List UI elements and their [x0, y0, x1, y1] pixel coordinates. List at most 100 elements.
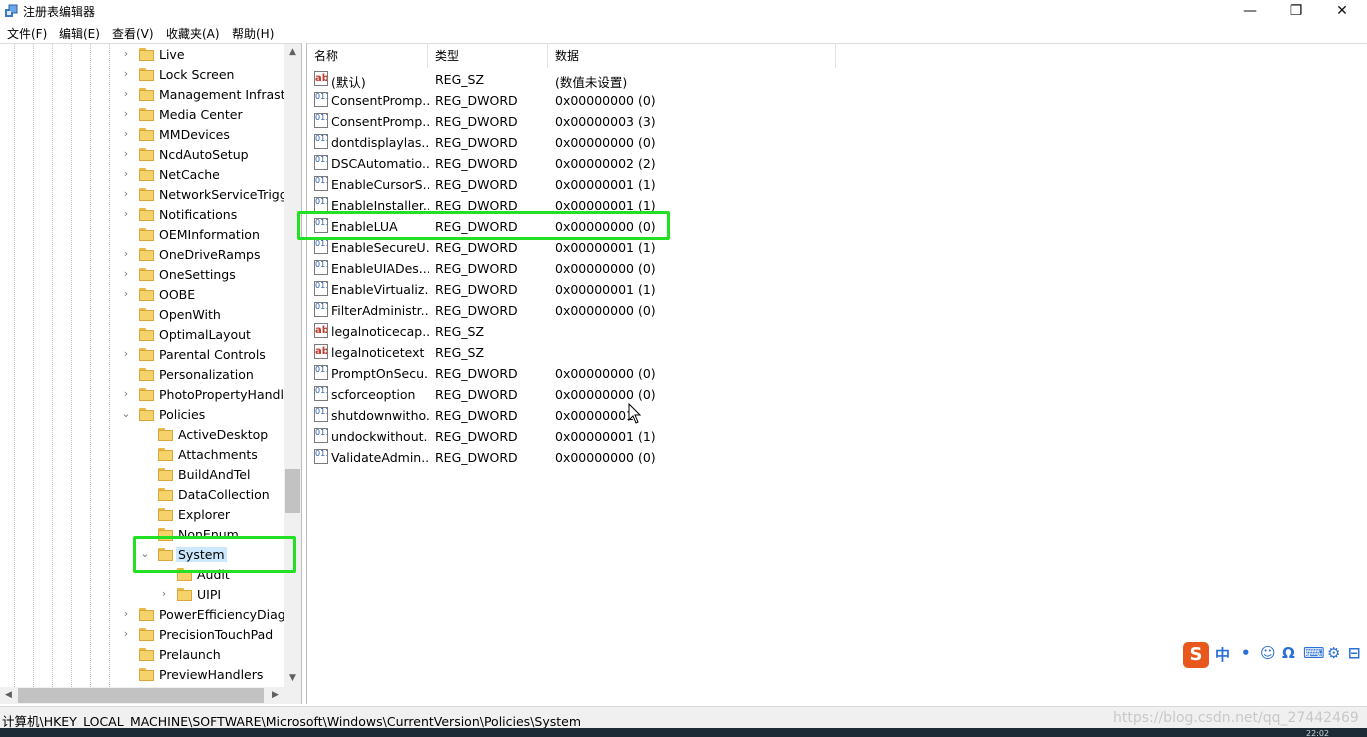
ime-punctuation-icon[interactable]: • — [1241, 644, 1251, 662]
tree-item[interactable]: › MMDevices — [0, 125, 284, 145]
sogou-logo-icon[interactable]: S — [1183, 642, 1209, 668]
value-row[interactable]: 011ConsentPromp... REG_DWORD 0x00000003 (3… — [307, 111, 1007, 132]
expand-arrow-icon[interactable]: › — [120, 347, 132, 361]
tree-item[interactable]: DataCollection — [0, 485, 284, 505]
tree-item[interactable]: › OOBE — [0, 285, 284, 305]
value-row[interactable]: 011EnableVirtualiz... REG_DWORD 0x00000001… — [307, 279, 1007, 300]
tree-item[interactable]: OpenWith — [0, 305, 284, 325]
tree-item[interactable]: OptimalLayout — [0, 325, 284, 345]
ime-settings-icon[interactable]: ⚙ — [1327, 644, 1340, 662]
scroll-left-icon[interactable]: ◀ — [0, 687, 17, 704]
menu-view[interactable]: 查看(V) — [112, 25, 154, 42]
minimize-button[interactable]: — — [1227, 0, 1273, 22]
value-row[interactable]: 011scforceoption REG_DWORD 0x00000000 (0) — [307, 384, 1007, 405]
scroll-thumb-horizontal[interactable] — [18, 688, 264, 703]
tree-item[interactable]: › Management Infrastr — [0, 85, 291, 105]
expand-arrow-icon[interactable]: › — [120, 107, 132, 121]
value-row[interactable]: ab legalnoticetext REG_SZ — [307, 342, 1007, 363]
tree-item-label[interactable]: NetCache — [159, 167, 220, 182]
tree-item[interactable]: › Media Center — [0, 105, 284, 125]
tree-item[interactable]: › NetworkServiceTrigge — [0, 185, 296, 205]
value-row[interactable]: 011PromptOnSecu... REG_DWORD 0x00000000 (0… — [307, 363, 1007, 384]
menu-favorites[interactable]: 收藏夹(A) — [166, 25, 220, 42]
tree-item-label[interactable]: PrecisionTouchPad — [159, 627, 273, 642]
expand-arrow-icon[interactable]: › — [120, 47, 132, 61]
tree-item[interactable]: › UIPI — [0, 585, 284, 605]
value-row[interactable]: 011EnableSecureU... REG_DWORD 0x00000001 (… — [307, 237, 1007, 258]
tree-item-label[interactable]: Lock Screen — [159, 67, 234, 82]
tree-vertical-scrollbar[interactable]: ▲ ▼ — [284, 44, 301, 687]
expand-arrow-icon[interactable] — [120, 367, 132, 381]
value-row[interactable]: 011EnableCursorS... REG_DWORD 0x00000001 (… — [307, 174, 1007, 195]
expand-arrow-icon[interactable]: › — [120, 127, 132, 141]
tree-item[interactable]: Prelaunch — [0, 645, 284, 665]
tree-item-label[interactable]: Parental Controls — [159, 347, 266, 362]
tree-item[interactable]: ⌄ Policies — [0, 405, 284, 425]
tree-item[interactable]: › Live — [0, 45, 284, 65]
expand-arrow-icon[interactable]: › — [158, 587, 170, 601]
expand-arrow-icon[interactable] — [139, 507, 151, 521]
scroll-right-icon[interactable]: ▶ — [267, 687, 284, 704]
expand-arrow-icon[interactable]: › — [120, 147, 132, 161]
value-row[interactable]: 011EnableUIADes... REG_DWORD 0x00000000 (0… — [307, 258, 1007, 279]
tree-item-label[interactable]: Personalization — [159, 367, 254, 382]
menu-help[interactable]: 帮助(H) — [232, 25, 274, 42]
tree-item-label[interactable]: OEMInformation — [159, 227, 260, 242]
tree-item-label[interactable]: ActiveDesktop — [178, 427, 268, 442]
ime-emoji-icon[interactable]: ☺ — [1260, 644, 1276, 662]
tree-item-label[interactable]: OneSettings — [159, 267, 236, 282]
expand-arrow-icon[interactable] — [139, 467, 151, 481]
column-header-name[interactable]: 名称 — [307, 44, 428, 68]
tree-item-label[interactable]: UIPI — [197, 587, 221, 602]
tree-item-label[interactable]: OpenWith — [159, 307, 221, 322]
tree-item-label[interactable]: Explorer — [178, 507, 230, 522]
menu-edit[interactable]: 编辑(E) — [59, 25, 100, 42]
tree-item-label[interactable]: PowerEfficiencyDiagn — [159, 607, 294, 622]
scroll-up-icon[interactable]: ▲ — [284, 44, 301, 61]
tree-item[interactable]: Explorer — [0, 505, 284, 525]
tree-item-label[interactable]: NetworkServiceTrigge — [159, 187, 295, 202]
value-row[interactable]: 011ConsentPromp... REG_DWORD 0x00000000 (0… — [307, 90, 1007, 111]
tree-item-label[interactable]: NcdAutoSetup — [159, 147, 249, 162]
tree-item-label[interactable]: Management Infrastr — [159, 87, 291, 102]
expand-arrow-icon[interactable] — [139, 447, 151, 461]
value-row[interactable]: 011ValidateAdmin... REG_DWORD 0x00000000 (… — [307, 447, 1007, 468]
tree-item[interactable]: › PhotoPropertyHandle — [0, 385, 292, 405]
tree-item-label[interactable]: BuildAndTel — [178, 467, 250, 482]
tree-item-label[interactable]: Prelaunch — [159, 647, 221, 662]
tree-item[interactable]: BuildAndTel — [0, 465, 284, 485]
value-row[interactable]: ab (默认) REG_SZ (数值未设置) — [307, 69, 1007, 90]
column-header-data[interactable]: 数据 — [548, 44, 836, 68]
expand-arrow-icon[interactable] — [120, 307, 132, 321]
expand-arrow-icon[interactable]: › — [120, 267, 132, 281]
tree-item-label[interactable]: Notifications — [159, 207, 237, 222]
tree-item[interactable]: › Lock Screen — [0, 65, 284, 85]
tree-item-label[interactable]: OneDriveRamps — [159, 247, 260, 262]
tree-item-label[interactable]: Media Center — [159, 107, 243, 122]
tree-item[interactable]: ActiveDesktop — [0, 425, 284, 445]
column-header-type[interactable]: 类型 — [428, 44, 548, 68]
tree-item-label[interactable]: MMDevices — [159, 127, 230, 142]
tree-item[interactable]: OEMInformation — [0, 225, 284, 245]
expand-arrow-icon[interactable] — [120, 647, 132, 661]
tree-item[interactable]: › OneSettings — [0, 265, 284, 285]
tree-item[interactable]: › OneDriveRamps — [0, 245, 284, 265]
expand-arrow-icon[interactable] — [139, 427, 151, 441]
value-row[interactable]: ab legalnoticecap... REG_SZ — [307, 321, 1007, 342]
expand-arrow-icon[interactable]: › — [120, 187, 132, 201]
expand-arrow-icon[interactable] — [139, 487, 151, 501]
scroll-down-icon[interactable]: ▼ — [284, 670, 301, 687]
tree-item-label[interactable]: DataCollection — [178, 487, 270, 502]
expand-arrow-icon[interactable] — [120, 227, 132, 241]
tree-item[interactable]: › Notifications — [0, 205, 284, 225]
tree-item[interactable]: › NetCache — [0, 165, 284, 185]
tree-item-label[interactable]: PreviewHandlers — [159, 667, 263, 682]
expand-arrow-icon[interactable]: › — [120, 67, 132, 81]
ime-chinese-mode[interactable]: 中 — [1215, 644, 1230, 665]
ime-keyboard-icon[interactable]: ⌨ — [1303, 644, 1325, 662]
tree-horizontal-scrollbar[interactable]: ◀ ▶ — [0, 687, 284, 704]
tree-item-label[interactable]: OOBE — [159, 287, 195, 302]
tree-item-label[interactable]: Live — [159, 47, 185, 62]
ime-voice-icon[interactable]: Ω — [1282, 644, 1295, 662]
maximize-button[interactable]: ❐ — [1273, 0, 1319, 22]
